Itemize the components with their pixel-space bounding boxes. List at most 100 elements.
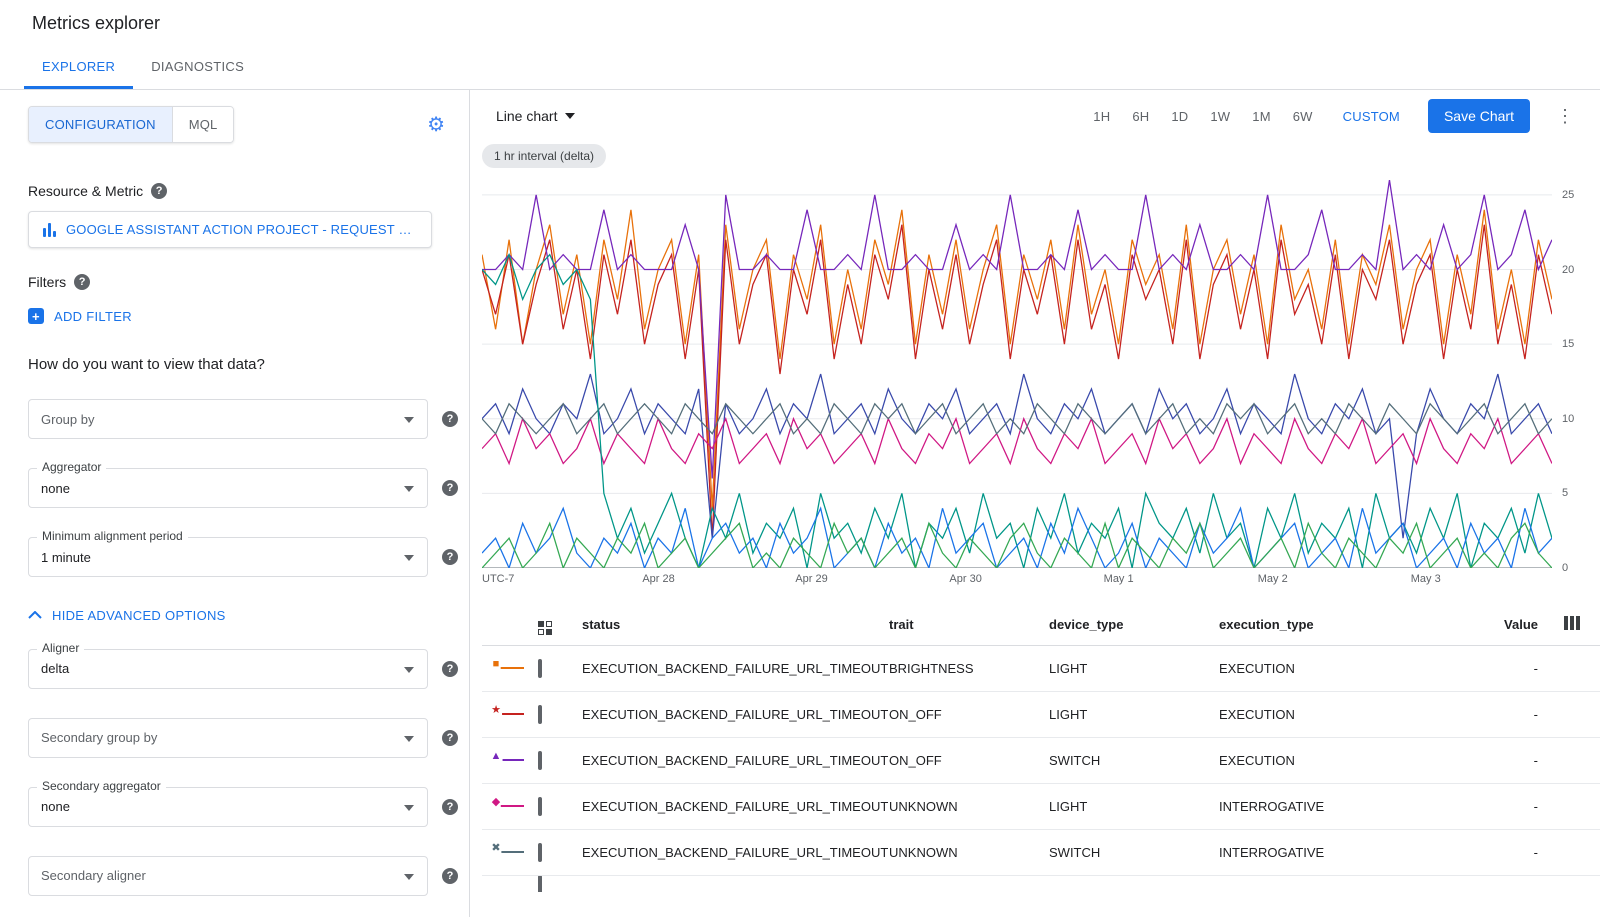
cell-trait: ON_OFF [889, 753, 1049, 768]
range-1h[interactable]: 1H [1093, 109, 1110, 124]
row-checkbox[interactable] [538, 843, 542, 862]
chevron-down-icon [404, 805, 414, 811]
range-1d[interactable]: 1D [1171, 109, 1188, 124]
cell-status: EXECUTION_BACKEND_FAILURE_URL_TIMEOUT [582, 845, 889, 860]
view-data-question: How do you want to view that data? [28, 356, 441, 373]
resource-metric-value: GOOGLE ASSISTANT ACTION PROJECT - REQUES… [66, 222, 417, 237]
tab-explorer[interactable]: EXPLORER [24, 46, 133, 89]
range-1m[interactable]: 1M [1252, 109, 1270, 124]
page-title: Metrics explorer [32, 13, 160, 34]
cell-trait: BRIGHTNESS [889, 661, 1049, 676]
range-custom[interactable]: CUSTOM [1343, 109, 1400, 124]
plus-icon: + [28, 308, 44, 324]
row-checkbox[interactable] [538, 659, 542, 678]
cell-value: - [1474, 707, 1544, 722]
tab-diagnostics[interactable]: DIAGNOSTICS [133, 46, 262, 89]
secondary-group-by-select[interactable]: Secondary group by [28, 718, 428, 758]
cell-status: EXECUTION_BACKEND_FAILURE_URL_TIMEOUT [582, 799, 889, 814]
secondary-aggregator-value: none [41, 799, 70, 814]
table-row: ✖ EXECUTION_BACKEND_FAILURE_URL_TIMEOUT … [482, 830, 1600, 876]
secondary-group-by-row: Secondary group by ? [28, 718, 441, 758]
configuration-tab[interactable]: CONFIGURATION [29, 107, 172, 142]
legend-grid-icon[interactable] [538, 621, 552, 635]
col-value[interactable]: Value [1474, 617, 1544, 632]
add-filter-button[interactable]: + ADD FILTER [28, 308, 132, 324]
help-icon[interactable]: ? [151, 183, 167, 199]
chevron-up-icon [28, 611, 42, 619]
column-settings-icon[interactable] [1564, 616, 1580, 630]
aligner-select[interactable]: Aligner delta [28, 649, 428, 689]
alignment-period-select[interactable]: Minimum alignment period 1 minute [28, 537, 428, 577]
line-chart [482, 180, 1552, 568]
chip-row: 1 hr interval (delta) [470, 142, 1600, 176]
help-icon[interactable]: ? [74, 274, 90, 290]
secondary-aligner-placeholder: Secondary aligner [41, 868, 146, 883]
aggregator-row: Aggregator none ? [28, 468, 441, 508]
row-checkbox[interactable] [538, 705, 542, 724]
resource-metric-label: Resource & Metric [28, 183, 143, 199]
aggregator-select[interactable]: Aggregator none [28, 468, 428, 508]
secondary-aligner-select[interactable]: Secondary aligner [28, 856, 428, 896]
x-axis-labels: UTC-7Apr 28Apr 29Apr 30May 1May 2May 3 [482, 568, 1552, 590]
secondary-aggregator-row: Secondary aggregator none ? [28, 787, 441, 827]
kebab-menu-icon[interactable]: ⋮ [1552, 106, 1578, 127]
settings-gear-icon[interactable]: ⚙ [427, 115, 445, 135]
chevron-down-icon [404, 486, 414, 492]
group-by-select[interactable]: Group by [28, 399, 428, 439]
range-6w[interactable]: 6W [1293, 109, 1313, 124]
hide-advanced-options-button[interactable]: HIDE ADVANCED OPTIONS [28, 608, 226, 623]
app-header: Metrics explorer [0, 0, 1600, 46]
aligner-row: Aligner delta ? [28, 649, 441, 689]
cell-value: - [1474, 799, 1544, 814]
table-row: ★ EXECUTION_BACKEND_FAILURE_URL_TIMEOUT … [482, 692, 1600, 738]
chevron-down-icon [404, 417, 414, 423]
add-filter-label: ADD FILTER [54, 309, 132, 324]
col-execution-type[interactable]: execution_type [1219, 617, 1474, 632]
chart-toolbar: Line chart 1H 6H 1D 1W 1M 6W CUSTOM Save… [470, 90, 1600, 142]
chart-type-select[interactable]: Line chart [496, 108, 575, 124]
help-icon[interactable]: ? [442, 480, 458, 496]
help-icon[interactable]: ? [442, 661, 458, 677]
legend-table: status trait device_type execution_type … [482, 604, 1600, 892]
cell-value: - [1474, 753, 1544, 768]
help-icon[interactable]: ? [442, 549, 458, 565]
help-icon[interactable]: ? [442, 799, 458, 815]
filters-section: Filters ? [28, 274, 441, 290]
help-icon[interactable]: ? [442, 868, 458, 884]
row-checkbox[interactable] [538, 751, 542, 770]
help-icon[interactable]: ? [442, 411, 458, 427]
cell-status: EXECUTION_BACKEND_FAILURE_URL_TIMEOUT [582, 753, 889, 768]
col-device-type[interactable]: device_type [1049, 617, 1219, 632]
cell-value: - [1474, 661, 1544, 676]
main-layout: CONFIGURATION MQL ⚙ Resource & Metric ? … [0, 90, 1600, 917]
save-chart-button[interactable]: Save Chart [1428, 99, 1530, 133]
table-row-partial [482, 876, 1600, 892]
aligner-value: delta [41, 661, 69, 676]
panel-body: Resource & Metric ? GOOGLE ASSISTANT ACT… [0, 157, 469, 896]
col-trait[interactable]: trait [889, 617, 1049, 632]
y-axis-labels: 0510152025 [1552, 180, 1586, 568]
row-checkbox[interactable] [538, 797, 542, 816]
chevron-down-icon [565, 113, 575, 119]
col-status[interactable]: status [582, 617, 889, 632]
range-1w[interactable]: 1W [1210, 109, 1230, 124]
help-icon[interactable]: ? [442, 730, 458, 746]
resource-metric-button[interactable]: GOOGLE ASSISTANT ACTION PROJECT - REQUES… [28, 211, 432, 248]
cell-value: - [1474, 845, 1544, 860]
chevron-down-icon [404, 736, 414, 742]
row-checkbox[interactable] [538, 876, 542, 892]
chevron-down-icon [404, 555, 414, 561]
chart-canvas[interactable] [482, 180, 1552, 568]
range-6h[interactable]: 6H [1132, 109, 1149, 124]
chart-type-label: Line chart [496, 108, 557, 124]
cell-execution-type: EXECUTION [1219, 661, 1474, 676]
table-header: status trait device_type execution_type … [482, 604, 1600, 646]
cell-execution-type: INTERROGATIVE [1219, 845, 1474, 860]
group-by-placeholder: Group by [41, 412, 94, 427]
alignment-period-label: Minimum alignment period [37, 529, 188, 543]
aggregator-label: Aggregator [37, 460, 106, 474]
aligner-label: Aligner [37, 641, 84, 655]
mql-tab[interactable]: MQL [172, 107, 234, 142]
group-by-row: Group by ? [28, 399, 441, 439]
secondary-aggregator-select[interactable]: Secondary aggregator none [28, 787, 428, 827]
